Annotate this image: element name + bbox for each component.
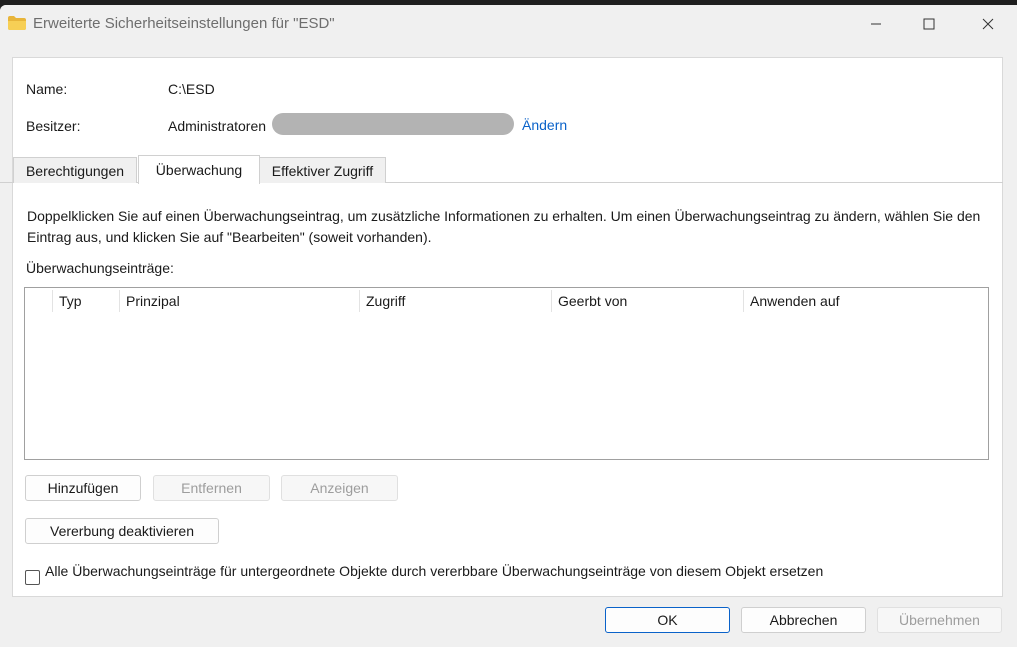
maximize-icon: [923, 18, 935, 30]
column-header-principal[interactable]: Prinzipal: [119, 288, 359, 314]
tab-auditing[interactable]: Überwachung: [138, 155, 260, 184]
title-bar: Erweiterte Sicherheitseinstellungen für …: [0, 5, 1017, 43]
tab-permissions[interactable]: Berechtigungen: [13, 157, 137, 183]
audit-entries-table[interactable]: Typ Prinzipal Zugriff Geerbt von Anwende…: [24, 287, 989, 460]
view-button[interactable]: Anzeigen: [281, 475, 398, 501]
audit-entries-label: Überwachungseinträge:: [26, 260, 174, 276]
column-header-access[interactable]: Zugriff: [359, 288, 551, 314]
disable-inheritance-button[interactable]: Vererbung deaktivieren: [25, 518, 219, 544]
column-header-type[interactable]: Typ: [52, 288, 119, 314]
folder-icon: [8, 16, 26, 30]
change-owner-link[interactable]: Ändern: [522, 117, 567, 133]
add-button[interactable]: Hinzufügen: [25, 475, 141, 501]
tab-effective-access[interactable]: Effektiver Zugriff: [259, 157, 386, 183]
name-label: Name:: [26, 81, 68, 97]
column-header-applies-to[interactable]: Anwenden auf: [743, 288, 943, 314]
remove-button[interactable]: Entfernen: [153, 475, 270, 501]
cancel-button[interactable]: Abbrechen: [741, 607, 866, 633]
window-title: Erweiterte Sicherheitseinstellungen für …: [33, 15, 335, 32]
maximize-button[interactable]: [906, 5, 952, 43]
minimize-button[interactable]: [853, 5, 899, 43]
owner-label: Besitzer:: [26, 118, 81, 134]
name-value: C:\ESD: [168, 81, 215, 97]
audit-description: Doppelklicken Sie auf einen Überwachungs…: [27, 208, 981, 245]
column-header-inherited-from[interactable]: Geerbt von: [551, 288, 743, 314]
redacted-owner-detail: [272, 113, 514, 135]
owner-value: Administratoren: [168, 118, 267, 134]
ok-button[interactable]: OK: [605, 607, 730, 633]
replace-child-entries-label[interactable]: Alle Überwachungseinträge für untergeord…: [45, 563, 823, 579]
advanced-security-settings-dialog: Erweiterte Sicherheitseinstellungen für …: [0, 5, 1017, 647]
close-button[interactable]: [965, 5, 1011, 43]
minimize-icon: [871, 23, 881, 25]
close-icon: [982, 18, 994, 30]
apply-button[interactable]: Übernehmen: [877, 607, 1002, 633]
replace-child-entries-checkbox[interactable]: [25, 570, 40, 585]
